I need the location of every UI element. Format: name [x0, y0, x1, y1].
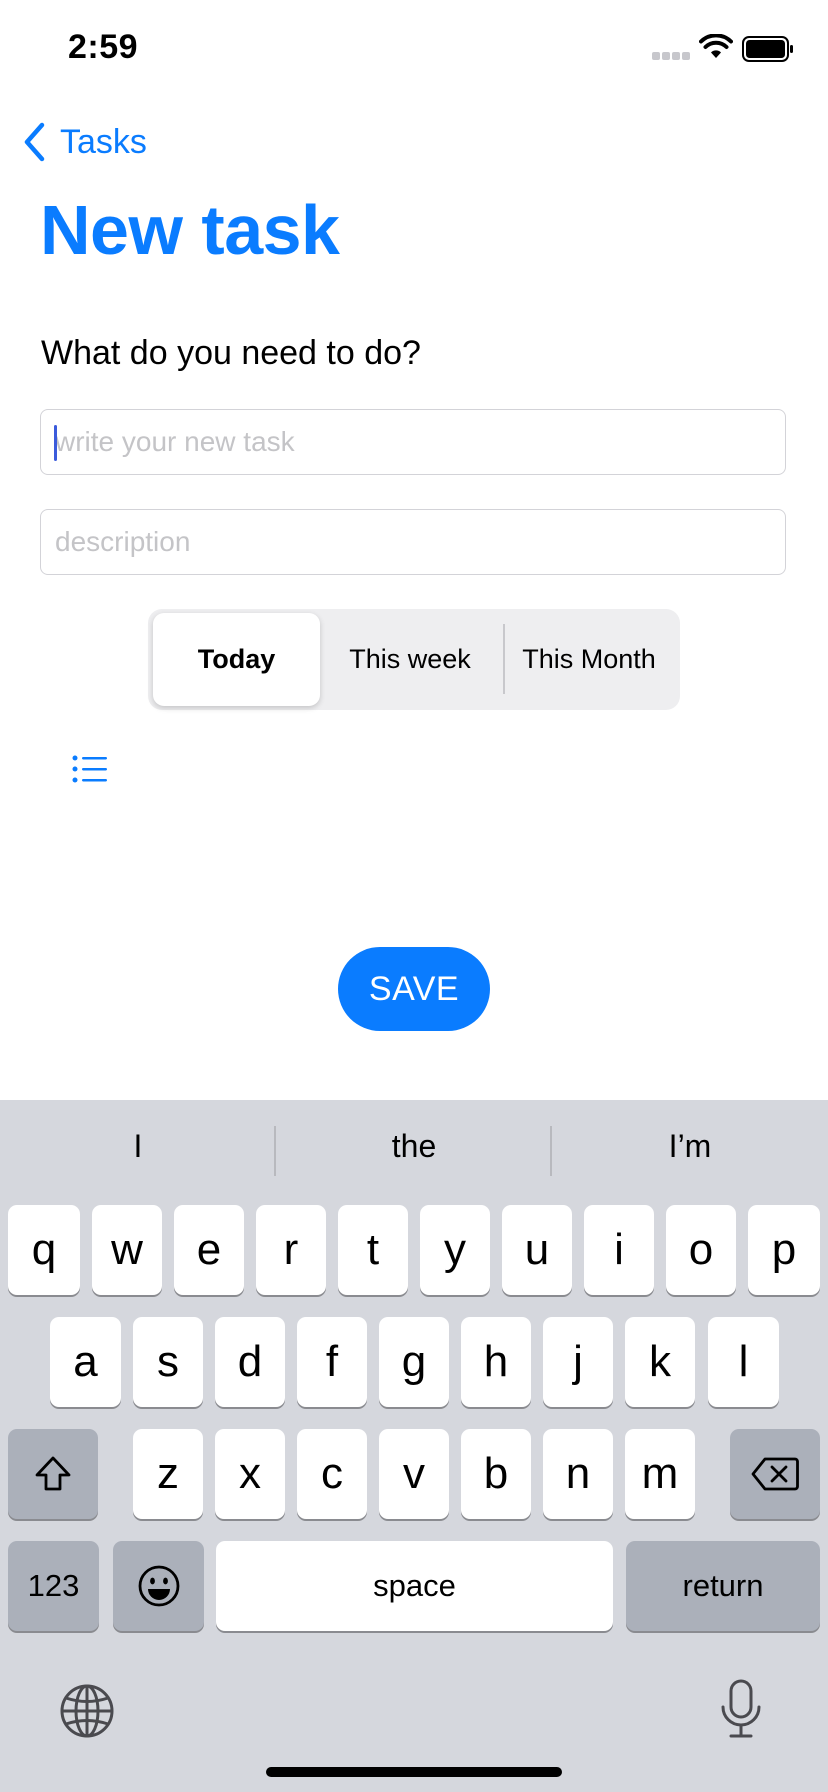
key-c[interactable]: c — [297, 1429, 367, 1519]
key-s[interactable]: s — [133, 1317, 203, 1407]
battery-icon — [742, 36, 793, 62]
emoji-key[interactable] — [113, 1541, 204, 1631]
key-w[interactable]: w — [92, 1205, 162, 1295]
key-i[interactable]: i — [584, 1205, 654, 1295]
globe-icon[interactable] — [59, 1683, 115, 1739]
suggestion-item[interactable]: the — [276, 1128, 552, 1165]
key-y[interactable]: y — [420, 1205, 490, 1295]
shift-icon — [35, 1456, 71, 1491]
key-t[interactable]: t — [338, 1205, 408, 1295]
wifi-icon — [699, 34, 733, 58]
home-indicator[interactable] — [266, 1767, 562, 1777]
emoji-icon — [138, 1565, 179, 1607]
key-a[interactable]: a — [50, 1317, 121, 1407]
list-icon[interactable] — [72, 754, 108, 784]
task-input[interactable] — [41, 410, 785, 474]
back-button[interactable]: Tasks — [22, 118, 147, 166]
key-f[interactable]: f — [297, 1317, 367, 1407]
microphone-icon[interactable] — [718, 1678, 764, 1740]
key-h[interactable]: h — [461, 1317, 531, 1407]
key-r[interactable]: r — [256, 1205, 326, 1295]
key-d[interactable]: d — [215, 1317, 285, 1407]
segment-this-week[interactable]: This week — [322, 613, 498, 706]
task-prompt: What do you need to do? — [41, 334, 421, 372]
key-x[interactable]: x — [215, 1429, 285, 1519]
key-j[interactable]: j — [543, 1317, 613, 1407]
keyboard: I the I’m q w e r t y u i o p a s d f g … — [0, 1100, 828, 1792]
key-o[interactable]: o — [666, 1205, 736, 1295]
key-v[interactable]: v — [379, 1429, 449, 1519]
status-bar: 2:59 — [0, 0, 828, 100]
segment-today[interactable]: Today — [153, 613, 320, 706]
key-l[interactable]: l — [708, 1317, 779, 1407]
description-input[interactable] — [41, 510, 785, 574]
key-b[interactable]: b — [461, 1429, 531, 1519]
period-segmented-control: Today This week This Month — [148, 609, 680, 710]
key-m[interactable]: m — [625, 1429, 695, 1519]
return-key[interactable]: return — [626, 1541, 820, 1631]
key-q[interactable]: q — [8, 1205, 80, 1295]
cellular-signal-icon — [652, 52, 692, 62]
page-title: New task — [40, 191, 340, 269]
status-time: 2:59 — [68, 28, 139, 66]
key-u[interactable]: u — [502, 1205, 572, 1295]
delete-key[interactable] — [730, 1429, 820, 1519]
numbers-key[interactable]: 123 — [8, 1541, 99, 1631]
space-key[interactable]: space — [216, 1541, 613, 1631]
description-field[interactable] — [40, 509, 786, 575]
key-n[interactable]: n — [543, 1429, 613, 1519]
suggestion-bar: I the I’m — [0, 1100, 828, 1192]
suggestion-item[interactable]: I — [0, 1128, 276, 1165]
back-button-label: Tasks — [60, 122, 147, 161]
key-z[interactable]: z — [133, 1429, 203, 1519]
save-button[interactable]: SAVE — [338, 947, 490, 1031]
key-p[interactable]: p — [748, 1205, 820, 1295]
text-cursor — [54, 425, 57, 461]
back-chevron-icon — [24, 122, 45, 162]
segment-this-month[interactable]: This Month — [500, 613, 678, 706]
key-g[interactable]: g — [379, 1317, 449, 1407]
task-field[interactable] — [40, 409, 786, 475]
key-k[interactable]: k — [625, 1317, 695, 1407]
suggestion-item[interactable]: I’m — [552, 1128, 828, 1165]
shift-key[interactable] — [8, 1429, 98, 1519]
key-e[interactable]: e — [174, 1205, 244, 1295]
delete-icon — [751, 1457, 799, 1491]
